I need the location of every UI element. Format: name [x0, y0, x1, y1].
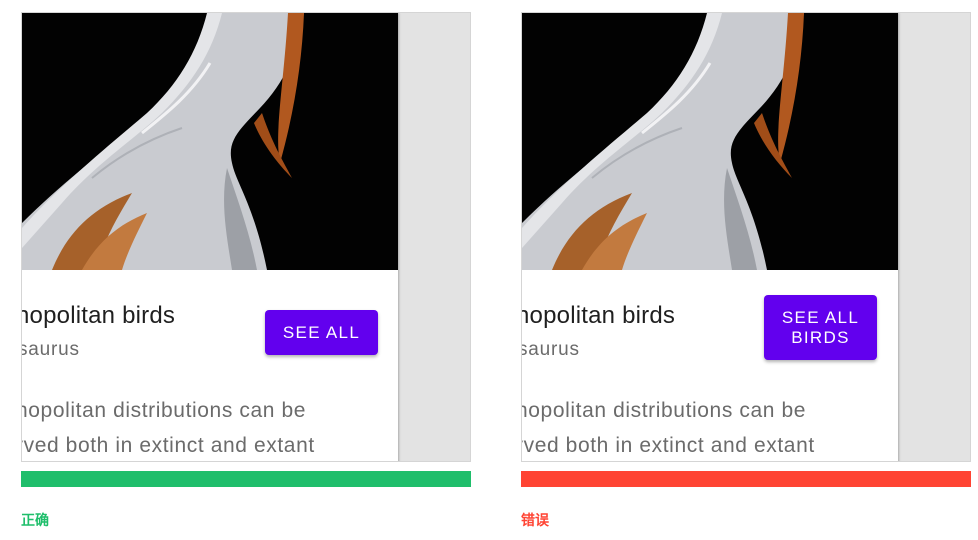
bird-photo: [522, 13, 898, 270]
see-all-button[interactable]: SEE ALL: [265, 310, 378, 355]
example-incorrect: nopolitan birds saurus SEE ALL BIRDS nop…: [521, 12, 971, 462]
card[interactable]: nopolitan birds saurus SEE ALL BIRDS nop…: [522, 13, 898, 461]
device-frame: nopolitan birds saurus SEE ALL BIRDS nop…: [521, 12, 971, 462]
card-body-line: rved both in extinct and extant: [522, 434, 815, 457]
example-correct: nopolitan birds saurus SEE ALL nopolitan…: [21, 12, 471, 462]
card-subtitle: saurus: [522, 339, 580, 360]
see-all-birds-button[interactable]: SEE ALL BIRDS: [764, 295, 877, 360]
incorrect-label: 错误: [521, 513, 549, 529]
card-body: nopolitan distributions can be rved both…: [22, 393, 315, 461]
card-body-line: nopolitan distributions can be: [22, 399, 307, 422]
card-body-line: nopolitan distributions can be: [522, 399, 807, 422]
card-body: nopolitan distributions can be rved both…: [522, 393, 815, 461]
card-title: nopolitan birds: [22, 302, 176, 329]
device-frame: nopolitan birds saurus SEE ALL nopolitan…: [21, 12, 471, 462]
card[interactable]: nopolitan birds saurus SEE ALL nopolitan…: [22, 13, 398, 461]
card-title: nopolitan birds: [522, 302, 676, 329]
incorrect-indicator-bar: [521, 471, 971, 487]
card-body-line: rved both in extinct and extant: [22, 434, 315, 457]
correct-indicator-bar: [21, 471, 471, 487]
bird-photo: [22, 13, 398, 270]
card-subtitle: saurus: [22, 339, 80, 360]
correct-label: 正确: [21, 513, 49, 529]
